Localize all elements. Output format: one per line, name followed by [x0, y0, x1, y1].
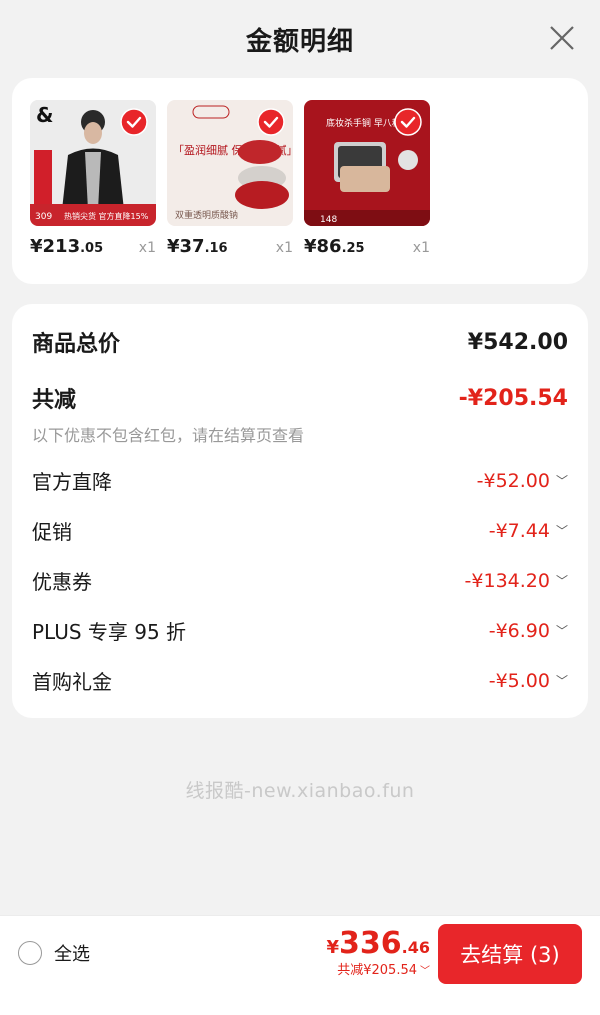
product-image[interactable]: & 热销尖货 官方直降15% 309: [30, 100, 156, 226]
select-all-label: 全选: [54, 944, 90, 965]
checked-icon[interactable]: [257, 108, 285, 136]
header: 金额明细: [0, 0, 600, 78]
discount-summary[interactable]: 共减¥205.54 ﹀: [327, 959, 430, 978]
discount-label: 官方直降: [32, 470, 112, 494]
product-quantity: x1: [412, 240, 430, 256]
product-quantity: x1: [275, 240, 293, 256]
checked-icon[interactable]: [394, 108, 422, 136]
close-icon[interactable]: [548, 24, 576, 52]
discount-row-official[interactable]: 官方直降 -¥52.00 ﹀: [32, 466, 568, 495]
product-price: ¥213.05: [30, 236, 104, 257]
select-all-toggle[interactable]: 全选: [18, 940, 90, 966]
discount-row-first-purchase[interactable]: 首购礼金 -¥5.00 ﹀: [32, 666, 568, 695]
radio-unchecked-icon[interactable]: [18, 941, 42, 965]
discount-value[interactable]: -¥5.00 ﹀: [489, 670, 568, 692]
product-image-badge: 309: [35, 212, 52, 222]
product-image-badge: 148: [320, 215, 337, 225]
discount-value[interactable]: -¥134.20 ﹀: [465, 570, 568, 592]
chevron-down-icon: ﹀: [555, 524, 568, 538]
product-quantity: x1: [138, 240, 156, 256]
discount-row-coupon[interactable]: 优惠券 -¥134.20 ﹀: [32, 566, 568, 595]
discount-row-promotion[interactable]: 促销 -¥7.44 ﹀: [32, 516, 568, 545]
pay-amount: ¥336.46: [326, 926, 431, 961]
total-price-row: 商品总价 ¥542.00: [32, 326, 568, 358]
checkout-bar: 全选 ¥336.46 共减¥205.54 ﹀ 去结算 (3): [0, 915, 600, 1015]
total-reduce-row: 共减 -¥205.54: [32, 382, 568, 414]
product-item[interactable]: & 热销尖货 官方直降15% 309 ¥213.05 x1: [30, 100, 156, 257]
total-amount: ¥336.46 共减¥205.54 ﹀: [327, 926, 431, 978]
checkout-button[interactable]: 去结算 (3): [438, 924, 582, 984]
product-image-subcaption: 双重透明质酸钠: [175, 209, 238, 221]
discount-note: 以下优惠不包含红包，请在结算页查看: [32, 426, 305, 445]
svg-text:&: &: [36, 103, 53, 127]
page-title: 金额明细: [245, 26, 354, 57]
total-price-label: 商品总价: [32, 332, 121, 357]
product-image[interactable]: 「盈润细腻 保湿不粘腻」 双重透明质酸钠: [167, 100, 293, 226]
product-image[interactable]: 底妆杀手锏 早八秒出 148: [304, 100, 430, 226]
discount-label: 首购礼金: [32, 670, 112, 694]
product-item[interactable]: 「盈润细腻 保湿不粘腻」 双重透明质酸钠 ¥37.16 x1: [167, 100, 293, 257]
product-item[interactable]: 底妆杀手锏 早八秒出 148 ¥86.25 x1: [304, 100, 430, 257]
chevron-down-icon: ﹀: [555, 624, 568, 638]
discount-label: PLUS 专享 95 折: [32, 620, 187, 644]
chevron-down-icon: ﹀: [420, 966, 430, 977]
product-price: ¥86.25: [304, 236, 365, 257]
discount-row-plus[interactable]: PLUS 专享 95 折 -¥6.90 ﹀: [32, 616, 568, 645]
discount-value[interactable]: -¥52.00 ﹀: [477, 470, 568, 492]
chevron-down-icon: ﹀: [555, 674, 568, 688]
product-list: & 热销尖货 官方直降15% 309 ¥213.05 x1 「盈润细腻 保湿不粘…: [12, 78, 588, 284]
checked-icon[interactable]: [120, 108, 148, 136]
product-price: ¥37.16: [167, 236, 228, 257]
product-image-caption: 热销尖货 官方直降15%: [64, 211, 149, 221]
discount-value[interactable]: -¥7.44 ﹀: [489, 520, 568, 542]
total-reduce-value: -¥205.54: [458, 385, 568, 411]
chevron-down-icon: ﹀: [555, 474, 568, 488]
discount-value[interactable]: -¥6.90 ﹀: [489, 620, 568, 642]
price-summary: 商品总价 ¥542.00 共减 -¥205.54 以下优惠不包含红包，请在结算页…: [12, 304, 588, 718]
discount-label: 促销: [32, 520, 72, 544]
watermark: 线报酷-new.xianbao.fun: [185, 780, 415, 802]
chevron-down-icon: ﹀: [555, 574, 568, 588]
discount-label: 优惠券: [32, 570, 92, 594]
total-reduce-label: 共减: [32, 388, 77, 413]
total-price-value: ¥542.00: [467, 329, 568, 355]
